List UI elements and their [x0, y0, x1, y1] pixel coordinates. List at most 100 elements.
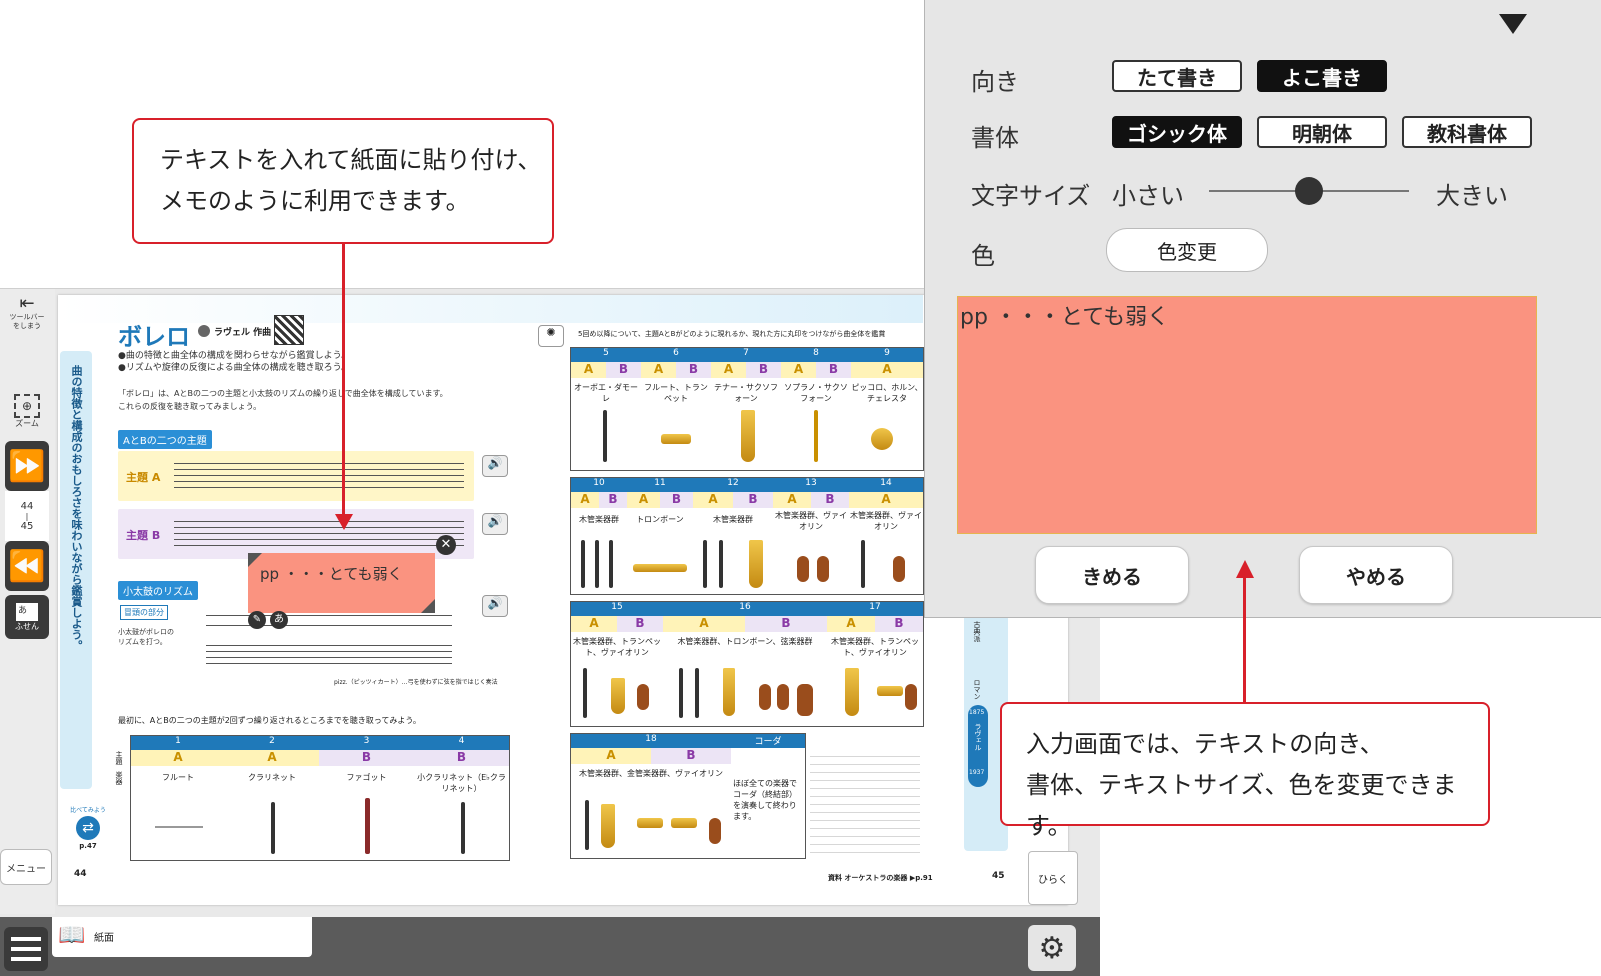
sticky-note-icon: あ [16, 602, 38, 621]
compare-ref: p.47 [79, 842, 97, 850]
row-label-theme: 主題 [115, 751, 123, 765]
hide-toolbar-button[interactable]: ⇤ ツールバーをしまう [5, 291, 49, 335]
vertical-heading-band: 曲の特徴と構成のおもしろさを味わいながら鑑賞しよう。 [60, 351, 92, 789]
bottom-bar: 📖 紙面 ⚙ [0, 917, 1100, 976]
collapse-icon[interactable] [1499, 14, 1527, 34]
font-size-slider-knob[interactable] [1295, 177, 1323, 205]
page-top-number: 44 [20, 500, 34, 512]
right-footer-ref: 資料 オーケストラの楽器 ▶p.91 [828, 874, 933, 882]
textbook-spread: 曲の特徴と構成のおもしろさを味わいながら鑑賞しよう。 ボレロ ラヴェル 作曲 ●… [58, 295, 1068, 905]
page-bottom-number: 45 [20, 520, 34, 532]
resize-handle-icon[interactable] [421, 599, 435, 613]
page-title: ボレロ [118, 323, 190, 351]
left-toolbar: ⇤ ツールバーをしまう ⊕ ズーム ⏩ 44 | 45 ⏪ あ ふせん メニュー [0, 289, 55, 914]
zoom-button[interactable]: ⊕ ズーム [5, 389, 49, 433]
hamburger-menu-button[interactable] [4, 927, 48, 971]
vertical-writing-button[interactable]: たて書き [1112, 60, 1242, 92]
small-clarinet-image [461, 802, 465, 854]
bottom-callout-line1: 入力画面では、テキストの向き、 [1026, 730, 1384, 758]
compare-label: 比べてみよう [70, 807, 106, 814]
sticky-note-button[interactable]: あ ふせん [5, 595, 49, 639]
orientation-label: 向き [971, 68, 1019, 96]
sticky-note-label: ふせん [15, 621, 39, 631]
size-large-label: 大きい [1436, 182, 1508, 210]
audio-play-drum-icon[interactable]: 🔊 [482, 595, 508, 617]
theme-a-row: 主題 A [118, 451, 474, 501]
clarinet-image [271, 802, 275, 854]
section-themes-tag: AとBの二つの主題 [118, 430, 212, 449]
color-label: 色 [971, 242, 995, 270]
top-callout-line2: メモのように利用できます。 [160, 187, 470, 215]
flute-image [155, 826, 203, 828]
bottom-callout-line2: 書体、テキストサイズ、色を変更できます。 [1026, 771, 1457, 840]
textbook-font-button[interactable]: 教科書体 [1402, 116, 1532, 148]
theme-b-row: 主題 B [118, 509, 474, 559]
close-note-icon[interactable]: ✕ [436, 535, 456, 555]
cancel-button[interactable]: やめる [1299, 546, 1453, 604]
next-page-button[interactable]: ⏩ [5, 441, 49, 491]
hamburger-icon [11, 937, 41, 961]
font-size-label: 文字サイズ [971, 182, 1091, 210]
top-callout-line1: テキストを入れて紙面に貼り付け、 [160, 146, 542, 174]
right-instruction: 5回め以降について、主題AとBがどのように現れるか、現れた方に丸印をつけながら曲… [578, 330, 886, 338]
right-page-number: 45 [992, 871, 1005, 881]
drum-score [206, 611, 452, 664]
horizontal-writing-button[interactable]: よこ書き [1257, 60, 1387, 92]
open-label: ひらく [1038, 874, 1068, 886]
audio-play-b-icon[interactable]: 🔊 [482, 513, 508, 535]
size-small-label: 小さい [1112, 182, 1184, 210]
view-mode-tab[interactable]: 📖 紙面 [52, 917, 312, 957]
vertical-heading: 曲の特徴と構成のおもしろさを味わいながら鑑賞しよう。 [70, 365, 83, 651]
top-callout-arrow [342, 244, 345, 516]
sub-note-tag: 冒頭の部分 [120, 605, 168, 620]
goal-2: ●リズムや旋律の反復による曲全体の構成を聴き取ろう。 [118, 363, 351, 373]
open-button[interactable]: ひらく [1028, 851, 1078, 905]
gothic-font-button[interactable]: ゴシック体 [1112, 116, 1242, 148]
top-callout: テキストを入れて紙面に貼り付け、 メモのように利用できます。 [132, 118, 554, 244]
menu-label: メニュー [6, 863, 46, 875]
goal-1: ●曲の特徴と曲全体の構成を関わらせながら鑑賞しよう。 [118, 351, 351, 361]
text-note-icon[interactable]: あ [270, 611, 288, 629]
theme-a-label: 主題 A [126, 471, 161, 484]
audio-play-a-icon[interactable]: 🔊 [482, 455, 508, 477]
gear-icon: ⚙ [1038, 930, 1066, 966]
speaker-icon [198, 325, 210, 337]
pizz-note: pizz.（ピッツィカート）…弓を使わずに弦を指ではじく奏法 [334, 679, 498, 686]
font-size-slider[interactable] [1209, 177, 1409, 205]
confirm-button[interactable]: きめる [1035, 546, 1189, 604]
compare-link[interactable]: 比べてみよう ⇄ p.47 [68, 805, 108, 850]
row1-table: 5 6 7 8 9 AB AB AB AB A オーボエ・ダモーレ フルート、ト… [570, 347, 924, 471]
bottom-callout-arrow [1243, 576, 1246, 704]
section-drum-tag: 小太鼓のリズム [118, 581, 198, 600]
page-indicator: 44 | 45 [5, 491, 49, 541]
bassoon-image [365, 798, 370, 854]
theme-b-label: 主題 B [126, 529, 161, 542]
table-instruction: 最初に、AとBの二つの主題が2回ずつ繰り返されるところまでを聴き取ってみよう。 [118, 716, 421, 725]
bottom-callout: 入力画面では、テキストの向き、 書体、テキストサイズ、色を変更できます。 [1000, 702, 1490, 840]
row-label-instrument: 楽器 [115, 771, 123, 785]
mincho-font-button[interactable]: 明朝体 [1257, 116, 1387, 148]
theme-a-staff [174, 459, 464, 493]
composer: ラヴェル 作曲 [214, 328, 272, 338]
font-label: 書体 [971, 124, 1019, 152]
settings-circle-icon[interactable]: ✺ [538, 325, 564, 347]
swap-arrows-icon: ⇄ [76, 816, 100, 840]
prev-page-button[interactable]: ⏪ [5, 541, 49, 591]
instrument-table-left: 1 2 3 4 A A B B フルート クラリネット ファゴット 小クラリネッ… [130, 735, 510, 861]
row3-table: 15 16 17 AB AB AB 木管楽器群、トランペット、ヴァイオリン 木管… [570, 601, 924, 727]
qr-code[interactable] [274, 315, 304, 345]
note-settings-panel: 向き たて書き よこ書き 書体 ゴシック体 明朝体 教科書体 文字サイズ 小さい… [924, 0, 1601, 618]
intro-text-1: 「ボレロ」は、AとBの二つの主題と小太鼓のリズムの繰り返しで曲全体を構成していま… [118, 389, 448, 398]
edit-note-icon[interactable]: ✎ [248, 611, 266, 629]
menu-button[interactable]: メニュー [0, 849, 52, 885]
zoom-label: ズーム [15, 418, 39, 428]
intro-text-2: これらの反復を聴き取ってみましょう。 [118, 402, 262, 411]
sticky-note[interactable]: pp ・・・とても弱く [248, 553, 435, 613]
theme-b-staff [174, 517, 464, 551]
fast-forward-icon: ⏩ [8, 448, 46, 484]
note-text-area[interactable]: pp ・・・とても弱く [957, 296, 1537, 534]
settings-button[interactable]: ⚙ [1028, 925, 1076, 971]
rewind-icon: ⏪ [8, 548, 46, 584]
hide-toolbar-label: ツールバーをしまう [9, 313, 45, 330]
change-color-button[interactable]: 色変更 [1106, 228, 1268, 272]
